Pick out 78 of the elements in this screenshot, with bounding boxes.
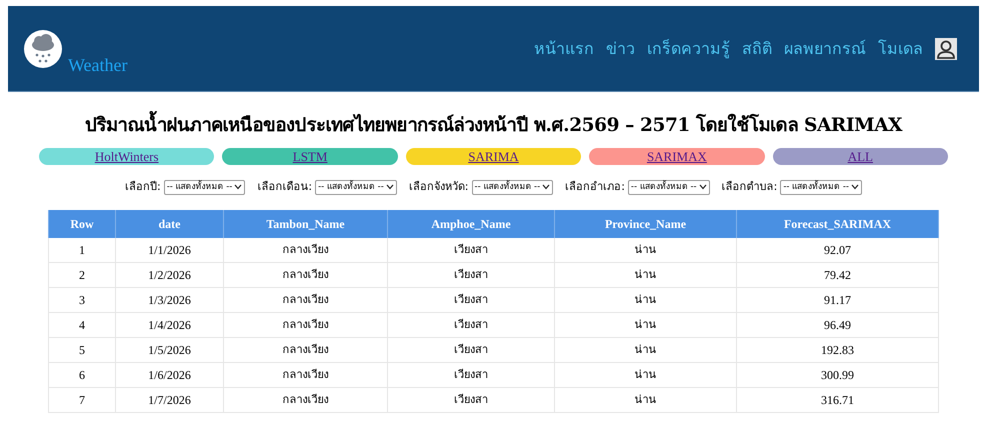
nav-link[interactable]: สถิติ — [742, 36, 772, 60]
table-cell: เวียงสา — [388, 288, 554, 312]
table-cell: เวียงสา — [388, 238, 554, 262]
table-cell: 96.49 — [736, 312, 938, 338]
table-cell: น่าน — [554, 362, 736, 388]
column-header: date — [116, 210, 224, 238]
user-icon[interactable] — [935, 38, 957, 60]
column-header: Row — [48, 210, 116, 238]
table-cell: เวียงสา — [388, 312, 554, 338]
model-tab[interactable]: ALL — [772, 148, 948, 165]
chevron-down-icon — [698, 184, 707, 190]
table-cell: กลางเวียง — [224, 362, 388, 388]
table-cell: กลางเวียง — [224, 338, 388, 362]
table-cell: 1/4/2026 — [116, 312, 224, 338]
filter-label: เลือกจังหวัด: — [408, 179, 469, 195]
table-cell: 5 — [48, 338, 116, 362]
filter-dropdown[interactable]: -- แสดงทั้งหมด -- — [628, 180, 710, 195]
table-cell: 1/7/2026 — [116, 388, 224, 412]
table-cell: 1/1/2026 — [116, 238, 224, 262]
table-cell: 1/5/2026 — [116, 338, 224, 362]
chevron-down-icon — [234, 184, 242, 190]
table-cell: น่าน — [554, 288, 736, 312]
table-cell: กลางเวียง — [224, 312, 388, 338]
table-cell: 91.17 — [736, 288, 938, 312]
table-cell: น่าน — [554, 262, 736, 288]
model-tab[interactable]: LSTM — [222, 148, 398, 165]
table-cell: เวียงสา — [388, 262, 554, 288]
table-cell: 1/3/2026 — [116, 288, 224, 312]
table-cell: น่าน — [554, 312, 736, 338]
nav-link[interactable]: หน้าแรก — [534, 36, 594, 60]
brand-name[interactable]: Weather — [68, 56, 128, 74]
table-cell: น่าน — [554, 388, 736, 412]
filter-label: เลือกตำบล: — [722, 179, 778, 195]
column-header: Province_Name — [554, 210, 736, 238]
filter-label: เลือกอำเภอ: — [565, 179, 625, 195]
nav-link[interactable]: เกร็ดความรู้ — [647, 36, 730, 60]
table-cell: 1/6/2026 — [116, 362, 224, 388]
table-cell: 1 — [48, 238, 116, 262]
model-tab[interactable]: SARIMA — [406, 148, 582, 165]
filter-dropdown[interactable]: -- แสดงทั้งหมด -- — [472, 180, 554, 195]
table-cell: 92.07 — [736, 238, 938, 262]
table-cell: 316.71 — [736, 388, 938, 412]
chevron-down-icon — [851, 184, 860, 190]
table-cell: น่าน — [554, 238, 736, 262]
table-cell: 192.83 — [736, 338, 938, 362]
filter-dropdown[interactable]: -- แสดงทั้งหมด -- — [780, 180, 862, 195]
table-cell: 2 — [48, 262, 116, 288]
table-cell: 4 — [48, 312, 116, 338]
column-header: Tambon_Name — [224, 210, 388, 238]
table-cell: เวียงสา — [388, 388, 554, 412]
filter-dropdown[interactable]: -- แสดงทั้งหมด -- — [164, 180, 246, 195]
page-title: ปริมาณน้ำฝนภาคเหนือของประเทศไทยพยากรณ์ล่วงหน้าปี พ.ศ.2569 – 2571 โดยใช้โมเดล SARIMAX — [8, 112, 979, 140]
table-cell: เวียงสา — [388, 362, 554, 388]
nav-link[interactable]: ข่าว — [606, 36, 635, 60]
column-header: Forecast_SARIMAX — [736, 210, 938, 238]
table-cell: 79.42 — [736, 262, 938, 288]
table-cell: 300.99 — [736, 362, 938, 388]
table-cell: น่าน — [554, 338, 736, 362]
nav-link[interactable]: ผลพยากรณ์ — [784, 36, 866, 60]
filter-dropdown[interactable]: -- แสดงทั้งหมด -- — [315, 180, 397, 195]
table-cell: กลางเวียง — [224, 262, 388, 288]
model-tab[interactable]: HoltWinters — [39, 148, 214, 165]
table-cell: กลางเวียง — [224, 288, 388, 312]
table-cell: 7 — [48, 388, 116, 412]
table-cell: 3 — [48, 288, 116, 312]
nav-link[interactable]: โมเดล — [878, 36, 923, 60]
table-cell: 1/2/2026 — [116, 262, 224, 288]
filter-label: เลือกปี: — [124, 179, 161, 195]
table-cell: 6 — [48, 362, 116, 388]
model-tab[interactable]: SARIMAX — [589, 148, 765, 165]
chevron-down-icon — [386, 184, 394, 190]
table-cell: กลางเวียง — [224, 388, 388, 412]
cloud-rain-icon — [24, 30, 62, 68]
column-header: Amphoe_Name — [388, 210, 554, 238]
filter-label: เลือกเดือน: — [257, 179, 312, 195]
table-cell: เวียงสา — [388, 338, 554, 362]
table-cell: กลางเวียง — [224, 238, 388, 262]
chevron-down-icon — [542, 184, 550, 190]
